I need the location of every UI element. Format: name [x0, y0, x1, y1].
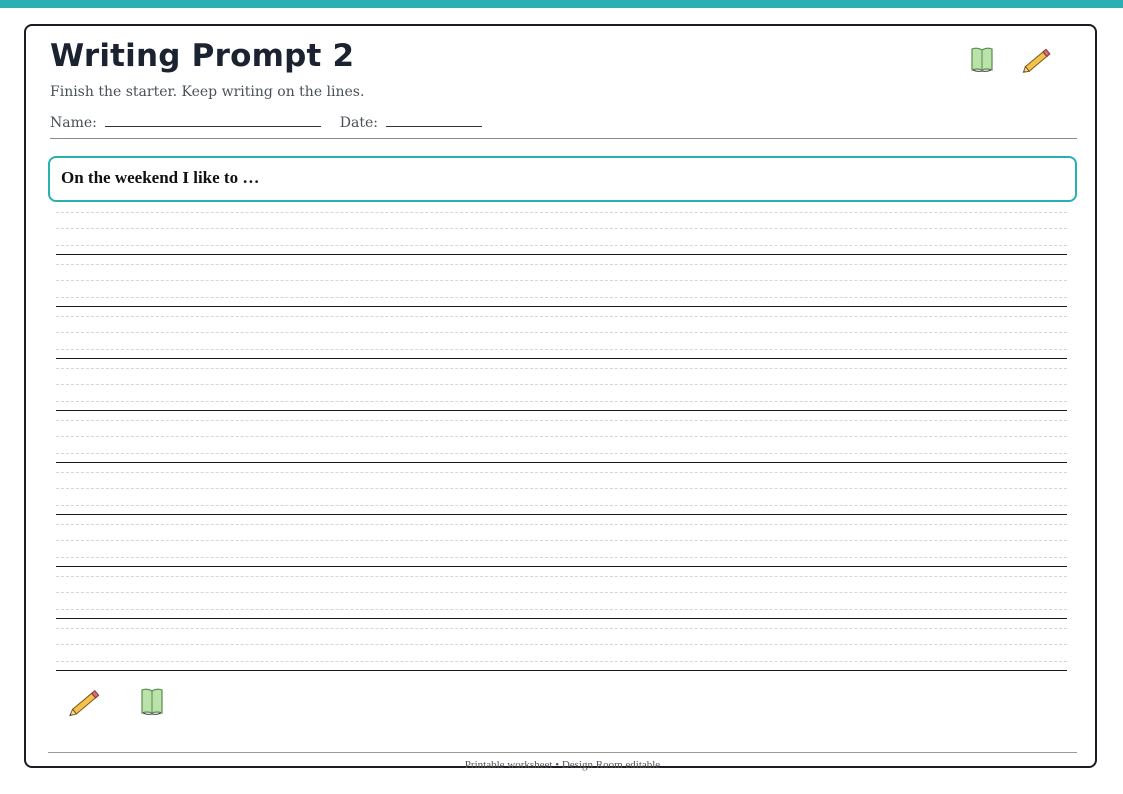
guide-line: [56, 384, 1067, 385]
writing-line[interactable]: [56, 566, 1067, 567]
footer-note: Printable worksheet • Design Room editab…: [464, 759, 661, 771]
guide-line: [56, 332, 1067, 333]
writing-line[interactable]: [56, 670, 1067, 671]
name-label: Name:: [50, 115, 97, 131]
guide-line: [56, 436, 1067, 437]
guide-line: [56, 592, 1067, 593]
writing-line[interactable]: [56, 358, 1067, 359]
page-title: Writing Prompt 2: [50, 38, 355, 74]
writing-line[interactable]: [56, 306, 1067, 307]
prompt-box: On the weekend I like to …: [48, 156, 1077, 202]
guide-line: [56, 368, 1067, 369]
guide-line: [56, 280, 1067, 281]
writing-line[interactable]: [56, 618, 1067, 619]
worksheet-page: Writing Prompt 2 Finish the starter. Kee…: [24, 24, 1097, 771]
prompt-starter: On the weekend I like to …: [61, 168, 260, 187]
guide-line: [56, 505, 1067, 506]
guide-line: [56, 524, 1067, 525]
header-divider: [50, 138, 1077, 139]
guide-line: [56, 557, 1067, 558]
name-field[interactable]: [105, 114, 322, 127]
date-field[interactable]: [386, 114, 483, 127]
date-label: Date:: [339, 115, 378, 131]
guide-line: [56, 420, 1067, 421]
book-icon: [962, 40, 1002, 80]
guide-line: [56, 628, 1067, 629]
guide-line: [56, 609, 1067, 610]
guide-line: [56, 661, 1067, 662]
guide-line: [56, 540, 1067, 541]
guide-line: [56, 349, 1067, 350]
guide-line: [56, 401, 1067, 402]
guide-line: [56, 472, 1067, 473]
guide-line: [56, 453, 1067, 454]
book-icon: [128, 678, 176, 726]
pencil-icon: [62, 678, 110, 726]
guide-line: [56, 228, 1067, 229]
guide-line: [56, 644, 1067, 645]
writing-line[interactable]: [56, 514, 1067, 515]
guide-line: [56, 488, 1067, 489]
writing-area[interactable]: [56, 210, 1069, 730]
guide-line: [56, 576, 1067, 577]
writing-line[interactable]: [56, 254, 1067, 255]
footer-divider: [48, 752, 1077, 753]
top-accent-band: [0, 0, 1123, 8]
writing-line[interactable]: [56, 462, 1067, 463]
guide-line: [56, 212, 1067, 213]
guide-line: [56, 297, 1067, 298]
name-date-row: Name: Date:: [50, 114, 483, 131]
guide-line: [56, 316, 1067, 317]
writing-line[interactable]: [56, 410, 1067, 411]
pencil-icon: [1018, 40, 1058, 80]
instructions-text: Finish the starter. Keep writing on the …: [50, 84, 365, 100]
guide-line: [56, 245, 1067, 246]
guide-line: [56, 264, 1067, 265]
